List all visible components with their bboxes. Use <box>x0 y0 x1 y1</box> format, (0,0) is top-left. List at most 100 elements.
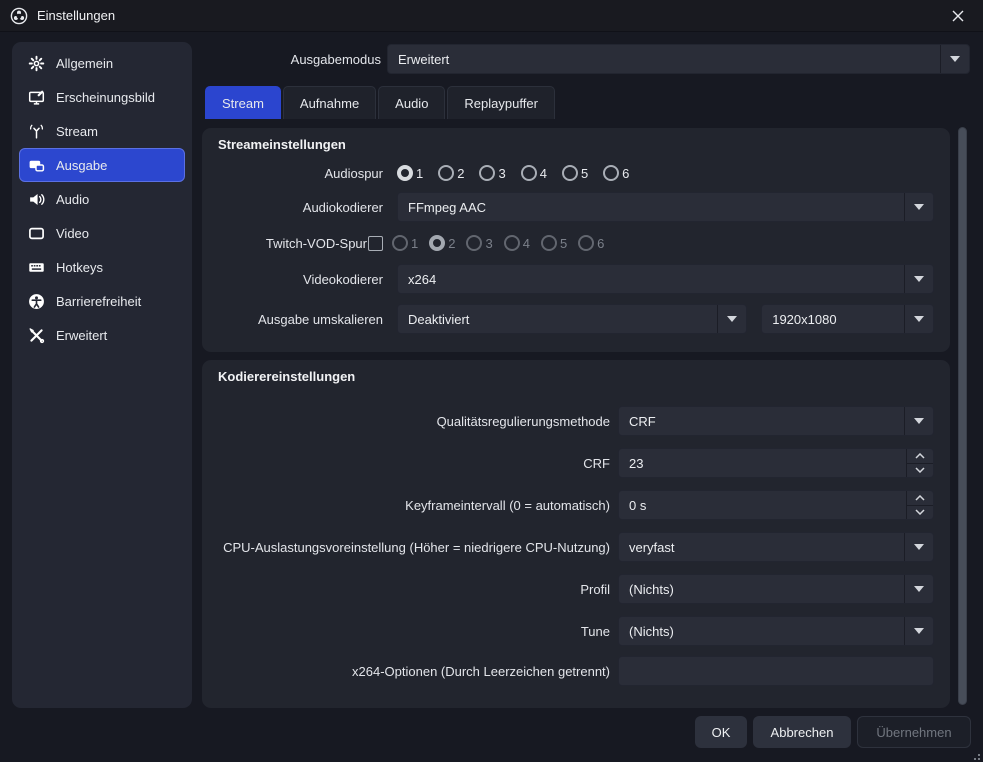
output-mode-select[interactable]: Erweitert <box>387 44 970 74</box>
twitch-vod-option-6[interactable]: 6 <box>578 235 604 251</box>
sidebar-item-label: Barrierefreiheit <box>56 294 141 309</box>
profile-label: Profil <box>218 582 610 597</box>
twitch-vod-option-1[interactable]: 1 <box>392 235 418 251</box>
audio-track-option-6[interactable]: 6 <box>603 165 629 181</box>
appearance-icon <box>28 89 45 106</box>
chevron-down-icon <box>914 316 924 322</box>
audio-track-option-4[interactable]: 4 <box>521 165 547 181</box>
x264-options-input[interactable] <box>618 656 934 686</box>
sidebar-item-label: Allgemein <box>56 56 113 71</box>
crf-spinbox[interactable]: 23 <box>618 448 934 478</box>
keyframe-interval-value: 0 s <box>629 498 646 513</box>
chevron-up-icon <box>915 495 925 501</box>
rescale-mode-value: Deaktiviert <box>408 312 469 327</box>
spin-up-button[interactable] <box>907 491 933 506</box>
sidebar-item-label: Ausgabe <box>56 158 107 173</box>
sidebar-item-erscheinungsbild[interactable]: Erscheinungsbild <box>19 80 185 114</box>
chevron-down-icon <box>915 467 925 473</box>
audio-track-option-1[interactable]: 1 <box>397 165 423 181</box>
cpu-preset-select[interactable]: veryfast <box>618 532 934 562</box>
profile-select[interactable]: (Nichts) <box>618 574 934 604</box>
chevron-down-icon <box>914 628 924 634</box>
sidebar-item-allgemein[interactable]: Allgemein <box>19 46 185 80</box>
tab-label: Aufnahme <box>300 96 359 111</box>
audio-track-option-3[interactable]: 3 <box>479 165 505 181</box>
keyboard-icon <box>28 259 45 276</box>
chevron-down-icon <box>914 586 924 592</box>
rate-control-label: Qualitätsregulierungsmethode <box>218 414 610 429</box>
radio-label: 2 <box>457 166 464 181</box>
tab-label: Replaypuffer <box>464 96 537 111</box>
ok-button[interactable]: OK <box>695 716 747 748</box>
tab-stream[interactable]: Stream <box>205 86 281 119</box>
tune-select[interactable]: (Nichts) <box>618 616 934 646</box>
cancel-button-label: Abbrechen <box>771 725 834 740</box>
sidebar-item-ausgabe[interactable]: Ausgabe <box>19 148 185 182</box>
encoder-settings-group: Kodierereinstellungen Qualitätsregulieru… <box>202 360 950 708</box>
chevron-down-icon <box>950 56 960 62</box>
sidebar-item-hotkeys[interactable]: Hotkeys <box>19 250 185 284</box>
tab-replaypuffer[interactable]: Replaypuffer <box>447 86 554 119</box>
audio-encoder-value: FFmpeg AAC <box>408 200 486 215</box>
radio-label: 4 <box>523 236 530 251</box>
radio-icon <box>578 235 594 251</box>
audio-track-option-2[interactable]: 2 <box>438 165 464 181</box>
spin-buttons <box>906 491 933 519</box>
rescale-resolution-select[interactable]: 1920x1080 <box>761 304 934 334</box>
rescale-mode-select[interactable]: Deaktiviert <box>397 304 747 334</box>
radio-label: 5 <box>581 166 588 181</box>
tab-audio[interactable]: Audio <box>378 86 445 119</box>
sidebar-item-video[interactable]: Video <box>19 216 185 250</box>
radio-label: 3 <box>498 166 505 181</box>
twitch-vod-option-5[interactable]: 5 <box>541 235 567 251</box>
radio-icon <box>562 165 578 181</box>
radio-icon <box>438 165 454 181</box>
dropdown-arrow-zone <box>940 45 969 73</box>
audio-encoder-select[interactable]: FFmpeg AAC <box>397 192 934 222</box>
resize-grip[interactable] <box>970 750 980 760</box>
twitch-vod-option-2[interactable]: 2 <box>429 235 455 251</box>
sidebar-item-erweitert[interactable]: Erweitert <box>19 318 185 352</box>
sidebar-item-label: Hotkeys <box>56 260 103 275</box>
dropdown-arrow-zone <box>904 575 933 603</box>
dropdown-arrow-zone <box>904 407 933 435</box>
rescale-resolution-value: 1920x1080 <box>772 312 836 327</box>
chevron-down-icon <box>914 544 924 550</box>
video-encoder-value: x264 <box>408 272 436 287</box>
audio-track-option-5[interactable]: 5 <box>562 165 588 181</box>
sidebar-item-audio[interactable]: Audio <box>19 182 185 216</box>
audio-track-radio-group: 1 2 3 4 5 6 <box>397 165 629 181</box>
apply-button[interactable]: Übernehmen <box>857 716 971 748</box>
crf-value: 23 <box>629 456 643 471</box>
settings-sidebar: Allgemein Erscheinungsbild Stream A <box>12 42 192 708</box>
twitch-vod-checkbox[interactable] <box>368 236 383 251</box>
tune-label: Tune <box>218 624 610 639</box>
chevron-down-icon <box>914 204 924 210</box>
video-encoder-select[interactable]: x264 <box>397 264 934 294</box>
tab-aufnahme[interactable]: Aufnahme <box>283 86 376 119</box>
dropdown-arrow-zone <box>717 305 746 333</box>
close-button[interactable] <box>943 5 973 27</box>
radio-label: 4 <box>540 166 547 181</box>
tab-label: Audio <box>395 96 428 111</box>
close-icon <box>951 9 965 23</box>
ok-button-label: OK <box>712 725 731 740</box>
spin-down-button[interactable] <box>907 506 933 520</box>
output-mode-value: Erweitert <box>398 52 449 67</box>
cancel-button[interactable]: Abbrechen <box>753 716 851 748</box>
keyframe-interval-spinbox[interactable]: 0 s <box>618 490 934 520</box>
spin-up-button[interactable] <box>907 449 933 464</box>
audio-encoder-label: Audiokodierer <box>218 200 383 215</box>
sidebar-item-stream[interactable]: Stream <box>19 114 185 148</box>
twitch-vod-option-3[interactable]: 3 <box>466 235 492 251</box>
sidebar-item-barrierefreiheit[interactable]: Barrierefreiheit <box>19 284 185 318</box>
radio-icon <box>521 165 537 181</box>
rate-control-select[interactable]: CRF <box>618 406 934 436</box>
radio-label: 6 <box>622 166 629 181</box>
twitch-vod-option-4[interactable]: 4 <box>504 235 530 251</box>
chevron-down-icon <box>915 509 925 515</box>
sidebar-item-label: Video <box>56 226 89 241</box>
scrollbar-handle[interactable] <box>958 127 967 705</box>
keyframe-interval-label: Keyframeintervall (0 = automatisch) <box>218 498 610 513</box>
spin-down-button[interactable] <box>907 464 933 478</box>
